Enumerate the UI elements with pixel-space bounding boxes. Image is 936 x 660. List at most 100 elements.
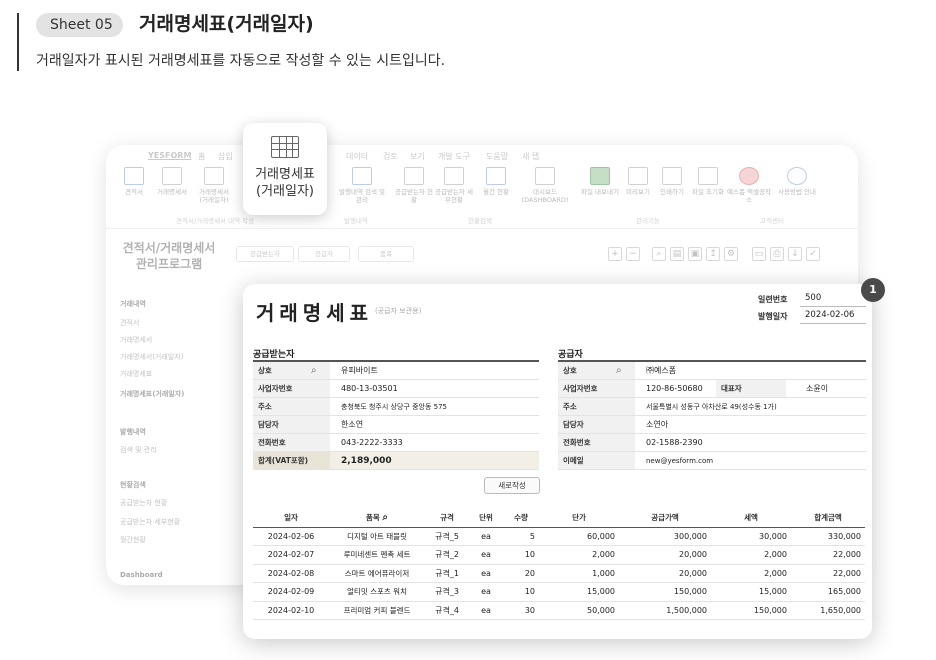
cell-qty[interactable]: 10 (503, 582, 539, 602)
ribbon-yesform[interactable]: 예스폼 엑셀공작소 (726, 167, 772, 204)
supplier-row-bizno: 사업자번호 120-86-50680 대표자 소윤이 (558, 380, 866, 398)
ribbon-monthly[interactable]: 월간 현황 (476, 167, 516, 196)
table-row: 2024-02-09 얼티밋 스포츠 워치 규격_3 ea 10 15,000 150,00… (253, 582, 865, 602)
add-icon[interactable]: + (608, 247, 622, 261)
cell-price[interactable]: 15,000 (539, 582, 619, 602)
cell-total[interactable]: 22,000 (791, 545, 865, 565)
cell-spec[interactable]: 규격_5 (425, 527, 469, 546)
item-button[interactable]: 품목 (358, 246, 414, 262)
cell-price[interactable]: 2,000 (539, 545, 619, 565)
cell-qty[interactable]: 20 (503, 564, 539, 583)
ribbon-print[interactable]: 인쇄하기 (652, 167, 692, 196)
menu-home[interactable]: 홈 (198, 151, 205, 162)
cell-supply[interactable]: 150,000 (619, 582, 711, 602)
cell-date[interactable]: 2024-02-08 (253, 564, 329, 583)
cell-total[interactable]: 165,000 (791, 582, 865, 602)
cell-date[interactable]: 2024-02-09 (253, 582, 329, 602)
cell-item[interactable]: 디지털 아트 태블릿 (329, 527, 425, 546)
menu-help[interactable]: 도움말 (486, 151, 508, 162)
cell-item[interactable]: 프리미엄 커피 블렌드 (329, 601, 425, 620)
cell-date[interactable]: 2024-02-07 (253, 545, 329, 565)
cell-total[interactable]: 330,000 (791, 527, 865, 546)
monitor-icon[interactable]: ▭ (752, 247, 766, 261)
cell-spec[interactable]: 규격_2 (425, 545, 469, 565)
sidebar-item[interactable]: 거래명세표 (120, 369, 152, 379)
sidebar-item[interactable]: 공급받는자 세부현황 (120, 517, 180, 527)
sidebar-item[interactable]: 거래명세서 (120, 335, 152, 345)
save-icon[interactable]: ▣ (688, 247, 702, 261)
cell-price[interactable]: 50,000 (539, 601, 619, 620)
cell-item[interactable]: 얼티밋 스포츠 워치 (329, 582, 425, 602)
sidebar-dashboard[interactable]: Dashboard (120, 571, 163, 579)
cell-date[interactable]: 2024-02-06 (253, 527, 329, 546)
sidebar-item[interactable]: 월간현황 (120, 535, 146, 545)
download-icon[interactable]: ↓ (788, 247, 802, 261)
cell-supply[interactable]: 300,000 (619, 527, 711, 546)
document-icon[interactable]: ▤ (670, 247, 684, 261)
cell-unit[interactable]: ea (469, 601, 503, 620)
cell-supply[interactable]: 20,000 (619, 564, 711, 583)
cell-tax[interactable]: 150,000 (711, 601, 791, 620)
cell-price[interactable]: 1,000 (539, 564, 619, 583)
sidebar-item[interactable]: 거래명세서(거래일자) (120, 352, 183, 362)
ribbon-statement-date[interactable]: 거래명세서 (거래일자) (194, 167, 234, 204)
check-icon[interactable]: ✓ (806, 247, 820, 261)
cell-spec[interactable]: 규격_1 (425, 564, 469, 583)
search-icon[interactable]: ⌕ (616, 362, 622, 380)
menu-review[interactable]: 검토 (383, 151, 398, 162)
cell-tax[interactable]: 2,000 (711, 545, 791, 565)
cell-item[interactable]: 루미네센트 펜촉 세트 (329, 545, 425, 565)
cell-price[interactable]: 60,000 (539, 527, 619, 546)
buyer-button[interactable]: 공급받는자 (236, 246, 294, 262)
ribbon-statement[interactable]: 거래명세서 (152, 167, 192, 196)
cell-qty[interactable]: 5 (503, 527, 539, 546)
ribbon-buyer-detail[interactable]: 공급받는자 세부현황 (434, 167, 474, 204)
cell-supply[interactable]: 1,500,000 (619, 601, 711, 620)
menu-yesform[interactable]: YESFORM (148, 151, 191, 160)
search-icon[interactable]: ⌕ (652, 247, 666, 261)
cell-tax[interactable]: 15,000 (711, 582, 791, 602)
cell-tax[interactable]: 30,000 (711, 527, 791, 546)
menu-insert[interactable]: 삽입 (218, 151, 233, 162)
serial-value[interactable]: 500 (800, 293, 866, 307)
cell-tax[interactable]: 2,000 (711, 564, 791, 583)
cell-qty[interactable]: 30 (503, 601, 539, 620)
sidebar-item[interactable]: 검색 및 관리 (120, 445, 157, 455)
ribbon-reset[interactable]: 파일 초기화 (688, 167, 728, 196)
cell-unit[interactable]: ea (469, 582, 503, 602)
search-icon[interactable]: ⌕ (311, 362, 317, 380)
upload-icon[interactable]: ↥ (706, 247, 720, 261)
cell-qty[interactable]: 10 (503, 545, 539, 565)
search-icon[interactable]: ⌕ (382, 512, 388, 523)
date-value[interactable]: 2024-02-06 (800, 310, 866, 324)
cell-spec[interactable]: 규격_3 (425, 582, 469, 602)
cell-item[interactable]: 스마트 에어퓨라이저 (329, 564, 425, 583)
sidebar-item-active[interactable]: 거래명세표(거래일자) (120, 389, 184, 399)
menu-data[interactable]: 데이터 (346, 151, 368, 162)
cell-spec[interactable]: 규격_4 (425, 601, 469, 620)
menu-view[interactable]: 보기 (410, 151, 425, 162)
ribbon-quote[interactable]: 견적서 (114, 167, 154, 196)
gear-icon[interactable]: ⚙ (724, 247, 738, 261)
cell-unit[interactable]: ea (469, 527, 503, 546)
minus-icon[interactable]: − (626, 247, 640, 261)
cell-total[interactable]: 1,650,000 (791, 601, 865, 620)
cell-total[interactable]: 22,000 (791, 564, 865, 583)
cell-unit[interactable]: ea (469, 545, 503, 565)
cell-supply[interactable]: 20,000 (619, 545, 711, 565)
printer-icon[interactable]: ⎙ (770, 247, 784, 261)
ribbon-dashboard[interactable]: 대시보드 (DASHBOARD) (518, 167, 572, 204)
rep-value[interactable]: 소윤이 (806, 380, 828, 398)
menu-new-tab[interactable]: 새 탭 (522, 151, 539, 162)
supplier-button[interactable]: 공급자 (298, 246, 350, 262)
ribbon-export[interactable]: 파일 내보내기 (580, 167, 620, 196)
sidebar-item[interactable]: 공급받는자 현황 (120, 498, 167, 508)
cell-unit[interactable]: ea (469, 564, 503, 583)
ribbon-buyer-status[interactable]: 공급받는자 현황 (394, 167, 434, 204)
new-invoice-button[interactable]: 새로작성 (484, 477, 540, 494)
ribbon-help[interactable]: 사용방법 안내 (774, 167, 820, 196)
cell-date[interactable]: 2024-02-10 (253, 601, 329, 620)
menu-developer[interactable]: 개발 도구 (438, 151, 470, 162)
ribbon-history[interactable]: 발행내역 검색 및 관리 (338, 167, 386, 204)
sidebar-item[interactable]: 견적서 (120, 318, 139, 328)
